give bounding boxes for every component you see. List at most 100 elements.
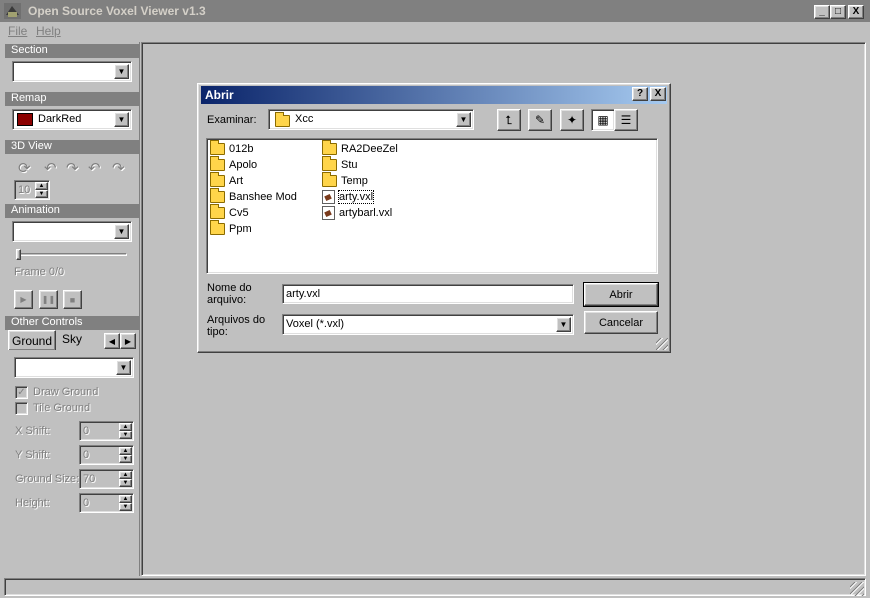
folder-item[interactable]: Cv5: [210, 204, 297, 221]
close-button[interactable]: X: [848, 5, 864, 19]
section-combo[interactable]: ▼: [12, 61, 132, 82]
ground-combo[interactable]: ▼: [14, 357, 134, 378]
spin-up-icon[interactable]: ▲: [119, 471, 132, 479]
tab-ground-label: Ground: [11, 333, 53, 348]
y-shift-spin[interactable]: 0 ▲ ▼: [79, 445, 134, 465]
file-list[interactable]: 012b Apolo Art Banshee Mod Cv5 Ppm RA2DeeZel S…: [206, 138, 658, 274]
file-name: Apolo: [229, 159, 258, 171]
file-item[interactable]: artybarl.vxl: [322, 205, 398, 221]
details-view-button[interactable]: ☰: [614, 109, 638, 131]
redo-icon[interactable]: ↷: [112, 159, 125, 177]
folder-item[interactable]: 012b: [210, 140, 297, 157]
frame-slider-track[interactable]: [16, 253, 127, 256]
play-button[interactable]: ▶: [14, 290, 33, 309]
file-name: Ppm: [229, 223, 252, 235]
folder-icon: [210, 220, 225, 235]
spin-up-icon[interactable]: ▲: [35, 182, 48, 190]
remap-header: Remap: [5, 92, 139, 106]
spin-down-icon[interactable]: ▼: [35, 190, 48, 198]
spin-down-icon[interactable]: ▼: [119, 503, 132, 511]
maximize-button[interactable]: □: [830, 5, 846, 19]
help-button[interactable]: ?: [632, 87, 648, 101]
spin-up-icon[interactable]: ▲: [119, 495, 132, 503]
stop-icon: ■: [69, 294, 76, 305]
chevron-down-icon[interactable]: ▼: [114, 112, 129, 127]
up-folder-button[interactable]: ⮤: [497, 109, 521, 131]
status-bar: [4, 578, 866, 596]
minimize-button[interactable]: _: [814, 5, 830, 19]
draw-ground-label: Draw Ground: [33, 386, 99, 398]
remap-combo[interactable]: DarkRed ▼: [12, 109, 132, 130]
look-in-label: Examinar:: [207, 114, 257, 126]
filename-input[interactable]: arty.vxl: [282, 284, 574, 304]
undo-icon[interactable]: ↶: [88, 159, 101, 177]
filetype-combo[interactable]: Voxel (*.vxl) ▼: [282, 314, 574, 335]
dialog-resize-grip-icon[interactable]: [656, 338, 668, 350]
new-folder-button[interactable]: ✦: [560, 109, 584, 131]
x-shift-label: X Shift:: [15, 425, 51, 437]
tab-sky[interactable]: Sky: [62, 332, 82, 346]
filename-label-2: arquivo:: [207, 294, 247, 306]
frame-slider-handle[interactable]: [16, 249, 21, 260]
folder-item[interactable]: RA2DeeZel: [322, 140, 398, 157]
section-header: Section: [5, 44, 139, 58]
cancel-button[interactable]: Cancelar: [584, 311, 658, 334]
filetype-value: Voxel (*.vxl): [286, 318, 345, 330]
chevron-down-icon[interactable]: ▼: [456, 112, 471, 127]
folder-icon: [322, 140, 337, 155]
file-name: arty.vxl: [337, 190, 375, 204]
open-button[interactable]: Abrir: [583, 282, 659, 307]
folder-item[interactable]: Stu: [322, 156, 398, 173]
list-view-button[interactable]: ▦: [591, 109, 615, 131]
rotate-right-icon[interactable]: ↷: [66, 159, 79, 177]
folder-item[interactable]: Banshee Mod: [210, 188, 297, 205]
file-column-1: 012b Apolo Art Banshee Mod Cv5 Ppm: [210, 140, 297, 237]
chevron-down-icon[interactable]: ▼: [114, 64, 129, 79]
tab-scroll-right-icon[interactable]: ▶: [120, 333, 136, 349]
voxel-file-icon: [322, 206, 335, 220]
file-item[interactable]: arty.vxl: [322, 189, 398, 205]
view3d-spin[interactable]: 10 ▲ ▼: [14, 180, 50, 200]
stop-button[interactable]: ■: [63, 290, 82, 309]
folder-icon: [210, 172, 225, 187]
menu-help[interactable]: Help: [36, 24, 61, 38]
animation-combo[interactable]: ▼: [12, 221, 132, 242]
chevron-down-icon[interactable]: ▼: [116, 360, 131, 375]
spin-up-icon[interactable]: ▲: [119, 423, 132, 431]
pause-button[interactable]: ❚❚: [39, 290, 58, 309]
height-spin[interactable]: 0 ▲ ▼: [79, 493, 134, 513]
folder-item[interactable]: Ppm: [210, 220, 297, 237]
folder-item[interactable]: Art: [210, 172, 297, 189]
play-icon: ▶: [20, 295, 27, 304]
folder-icon: [322, 172, 337, 187]
menu-file[interactable]: File: [8, 24, 27, 38]
spin-down-icon[interactable]: ▼: [119, 479, 132, 487]
spin-down-icon[interactable]: ▼: [119, 431, 132, 439]
ground-size-spin[interactable]: 70 ▲ ▼: [79, 469, 134, 489]
dialog-close-button[interactable]: X: [650, 87, 666, 101]
folder-icon: [210, 156, 225, 171]
tab-ground[interactable]: Ground: [8, 330, 56, 350]
draw-ground-checkbox[interactable]: ✓: [15, 386, 28, 399]
frame-label: Frame 0/0: [14, 266, 65, 278]
list-view-icon: ▦: [597, 113, 609, 127]
resize-grip-icon[interactable]: [850, 582, 864, 596]
folder-item[interactable]: Temp: [322, 172, 398, 189]
tab-scroll-left-icon[interactable]: ◀: [104, 333, 120, 349]
height-label: Height:: [15, 497, 50, 509]
details-view-icon: ☰: [620, 113, 632, 127]
spin-down-icon[interactable]: ▼: [119, 455, 132, 463]
look-in-combo[interactable]: Xcc ▼: [268, 109, 474, 130]
chevron-down-icon[interactable]: ▼: [114, 224, 129, 239]
folder-item[interactable]: Apolo: [210, 156, 297, 173]
voxel-file-icon: [322, 190, 335, 204]
chevron-down-icon[interactable]: ▼: [556, 317, 571, 332]
x-shift-spin[interactable]: 0 ▲ ▼: [79, 421, 134, 441]
tile-ground-checkbox[interactable]: [15, 402, 28, 415]
desktop-icon: ✎: [534, 113, 546, 127]
rotate-icon[interactable]: ⟳: [18, 159, 31, 177]
rotate-left-icon[interactable]: ↶: [44, 159, 57, 177]
spin-up-icon[interactable]: ▲: [119, 447, 132, 455]
folder-icon: [322, 156, 337, 171]
desktop-button[interactable]: ✎: [528, 109, 552, 131]
